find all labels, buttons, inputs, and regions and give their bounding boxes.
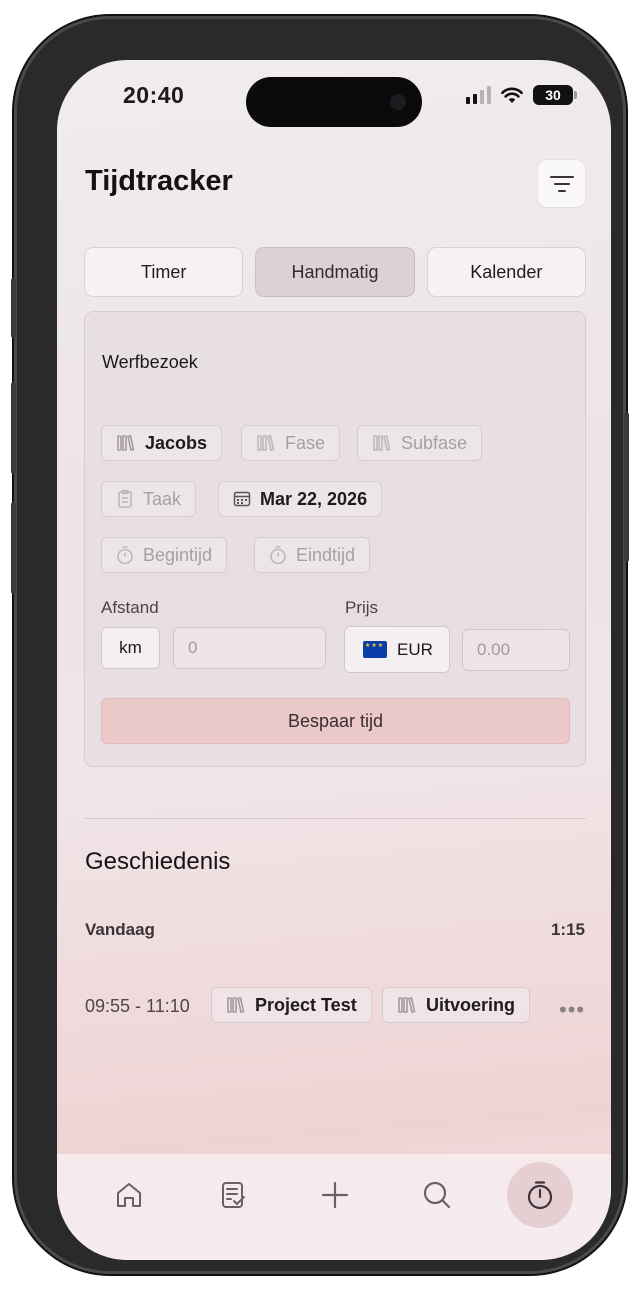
app-screen: 20:40 30 Tijdtracker Timer Handmatig Kal… xyxy=(57,60,611,1260)
save-button[interactable]: Bespaar tijd xyxy=(101,698,570,744)
section-divider xyxy=(84,818,586,819)
clipboard-icon xyxy=(118,489,132,508)
nav-home[interactable] xyxy=(96,1162,162,1228)
nav-add[interactable] xyxy=(302,1162,368,1228)
start-time-chip[interactable]: Begintijd xyxy=(101,537,228,573)
currency-label: EUR xyxy=(397,639,433,659)
phase-chip[interactable]: Fase xyxy=(241,425,341,461)
filter-icon xyxy=(549,175,574,192)
battery-icon: 30 xyxy=(533,85,577,105)
subphase-placeholder: Subfase xyxy=(401,432,468,453)
mode-tabs: Timer Handmatig Kalender xyxy=(84,247,586,297)
library-icon xyxy=(257,435,275,451)
tab-handmatig[interactable]: Handmatig xyxy=(255,247,415,297)
history-group-total: 1:15 xyxy=(550,920,585,939)
price-input[interactable]: 0.00 xyxy=(462,629,570,671)
distance-label: Afstand xyxy=(101,598,159,617)
battery-level: 30 xyxy=(545,87,561,103)
phone-frame: 20:40 30 Tijdtracker Timer Handmatig Kal… xyxy=(11,16,629,1274)
distance-input[interactable]: 0 xyxy=(173,627,326,669)
date-value: Mar 22, 2026 xyxy=(260,488,368,509)
entry-phase-label: Uitvoering xyxy=(426,994,516,1015)
manual-entry-form: Werfbezoek Jacobs Fase Subfase Taak Mar … xyxy=(84,311,586,767)
bottom-nav xyxy=(57,1154,611,1260)
filter-button[interactable] xyxy=(537,159,586,208)
history-group-label: Vandaag xyxy=(85,920,155,939)
status-time: 20:40 xyxy=(123,82,185,108)
description-input[interactable]: Werfbezoek xyxy=(102,352,198,373)
signal-icon xyxy=(466,86,491,104)
nav-tasks[interactable] xyxy=(200,1162,266,1228)
calendar-icon xyxy=(233,491,251,507)
entry-phase-chip[interactable]: Uitvoering xyxy=(382,987,531,1023)
currency-select[interactable]: EUR xyxy=(344,626,450,673)
checklist-icon xyxy=(222,1182,245,1208)
nav-search[interactable] xyxy=(404,1162,470,1228)
page-title: Tijdtracker xyxy=(85,165,233,197)
entry-project-label: Project Test xyxy=(255,994,357,1015)
phase-placeholder: Fase xyxy=(285,432,326,453)
home-icon xyxy=(117,1183,141,1207)
task-chip[interactable]: Taak xyxy=(101,481,197,517)
project-label: Jacobs xyxy=(145,432,208,453)
library-icon xyxy=(117,435,135,451)
end-time-placeholder: Eindtijd xyxy=(296,544,356,565)
stopwatch-icon xyxy=(527,1181,553,1210)
eu-flag-icon xyxy=(363,641,387,658)
date-chip[interactable]: Mar 22, 2026 xyxy=(218,481,383,517)
price-label: Prijs xyxy=(345,598,379,617)
project-chip[interactable]: Jacobs xyxy=(101,425,223,461)
dynamic-island xyxy=(246,77,422,127)
entry-project-chip[interactable]: Project Test xyxy=(211,987,372,1023)
stopwatch-icon xyxy=(117,546,133,565)
entry-more-button[interactable]: ••• xyxy=(559,997,585,1023)
tab-timer[interactable]: Timer xyxy=(84,247,244,297)
subphase-chip[interactable]: Subfase xyxy=(357,425,483,461)
plus-icon xyxy=(321,1181,349,1209)
stopwatch-icon xyxy=(270,546,286,565)
search-icon xyxy=(423,1181,451,1209)
start-time-placeholder: Begintijd xyxy=(143,544,213,565)
entry-time-range: 09:55 - 11:10 xyxy=(85,996,190,1016)
task-placeholder: Taak xyxy=(143,488,182,509)
distance-unit-select[interactable]: km xyxy=(101,627,160,669)
status-icons: 30 xyxy=(466,85,577,105)
history-title: Geschiedenis xyxy=(85,848,231,875)
library-icon xyxy=(227,997,245,1013)
tab-kalender[interactable]: Kalender xyxy=(426,247,586,297)
wifi-icon xyxy=(501,87,523,103)
library-icon xyxy=(373,435,391,451)
library-icon xyxy=(398,997,416,1013)
end-time-chip[interactable]: Eindtijd xyxy=(254,537,371,573)
nav-timer[interactable] xyxy=(507,1162,573,1228)
